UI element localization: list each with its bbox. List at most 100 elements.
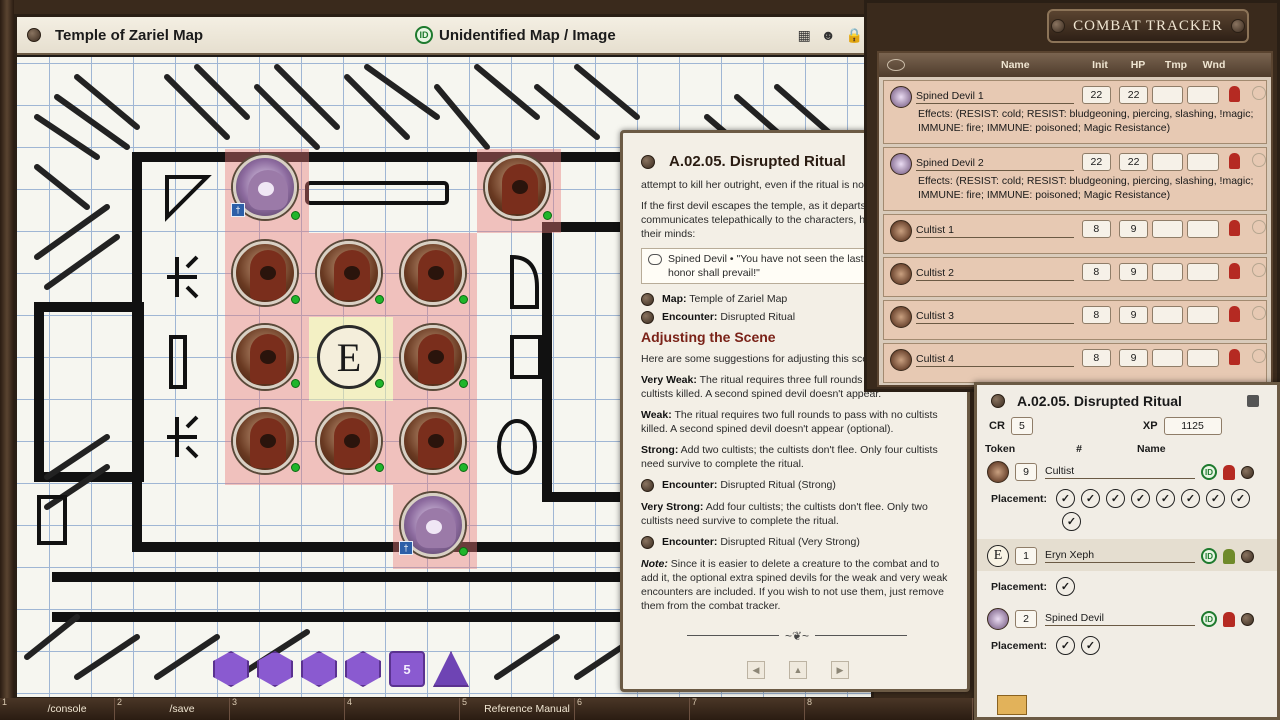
identified-icon[interactable]: ID	[415, 26, 433, 44]
d8-die-icon[interactable]	[345, 651, 381, 687]
encounter-npc-row[interactable]: E 1 Eryn Xeph ID	[977, 539, 1277, 571]
foe-faction-icon[interactable]	[1228, 263, 1241, 279]
encounter-strong-link[interactable]: Encounter: Disrupted Ritual (Strong)	[641, 478, 957, 492]
wnd-field[interactable]	[1187, 220, 1219, 238]
hotkey-slot[interactable]: 6	[575, 697, 690, 720]
wnd-field[interactable]	[1187, 263, 1219, 281]
cultist-token[interactable]	[485, 155, 549, 219]
d4-die-icon[interactable]	[433, 651, 469, 687]
combatant-row[interactable]: Cultist 2 8 9	[883, 257, 1267, 297]
delete-combatant-icon[interactable]	[1252, 349, 1267, 363]
npc-count[interactable]: 2	[1015, 610, 1037, 628]
parent-page-button[interactable]: ▲	[789, 661, 807, 679]
identified-icon[interactable]: ID	[1201, 464, 1217, 480]
hp-field[interactable]: 9	[1118, 349, 1149, 367]
combatant-token-icon[interactable]	[890, 153, 912, 175]
placement-row[interactable]: Placement: ✓ ✓ ✓ ✓ ✓ ✓ ✓ ✓ ✓	[977, 483, 1267, 533]
hotkey-slot[interactable]: 7	[690, 697, 805, 720]
combatant-row[interactable]: Cultist 3 8 9	[883, 300, 1267, 340]
eryn-xeph-token[interactable]: E	[317, 325, 381, 389]
foe-faction-icon[interactable]	[1228, 306, 1241, 322]
combatant-name[interactable]: Cultist 3	[916, 310, 1074, 324]
lock-icon[interactable]: 🔒	[846, 27, 863, 44]
foe-faction-icon[interactable]	[1228, 349, 1241, 365]
hotkey-slot[interactable]: 5 Reference Manual	[460, 697, 575, 720]
foe-faction-icon[interactable]	[1223, 464, 1235, 480]
wnd-field[interactable]	[1187, 349, 1219, 367]
previous-page-button[interactable]: ◀	[747, 661, 765, 679]
map-link-icon[interactable]	[27, 28, 41, 42]
cultist-token[interactable]	[401, 325, 465, 389]
npc-count[interactable]: 9	[1015, 463, 1037, 481]
delete-combatant-icon[interactable]	[1252, 86, 1267, 100]
combatant-row[interactable]: Spined Devil 2 22 22 Effects: (RESIST: c…	[883, 147, 1267, 211]
visibility-eye-icon[interactable]	[887, 59, 905, 71]
d20-die-icon[interactable]	[213, 651, 249, 687]
tmp-field[interactable]	[1152, 220, 1184, 238]
lock-icon[interactable]	[1247, 395, 1259, 407]
init-field[interactable]: 8	[1081, 220, 1111, 238]
combat-tracker-titlebar[interactable]: COMBAT TRACKER	[1047, 9, 1249, 43]
combatant-token-icon[interactable]	[890, 220, 912, 242]
friend-faction-icon[interactable]	[1223, 548, 1235, 564]
init-field[interactable]: 22	[1081, 153, 1111, 171]
cr-field[interactable]: 5	[1010, 417, 1033, 435]
tmp-field[interactable]	[1152, 86, 1184, 104]
identified-icon[interactable]: ID	[1201, 611, 1217, 627]
combatant-name[interactable]: Spined Devil 1	[916, 90, 1074, 104]
init-field[interactable]: 8	[1081, 263, 1111, 281]
npc-link-icon[interactable]	[1241, 465, 1254, 479]
combatant-row[interactable]: Cultist 4 8 9	[883, 343, 1267, 383]
hotkey-slot[interactable]: 3	[230, 697, 345, 720]
link-icon[interactable]	[641, 478, 654, 492]
link-icon[interactable]	[641, 535, 654, 549]
delete-combatant-icon[interactable]	[1252, 153, 1267, 167]
placement-check-icon[interactable]: ✓	[1106, 489, 1126, 508]
hp-field[interactable]: 9	[1118, 263, 1149, 281]
next-page-button[interactable]: ▶	[831, 661, 849, 679]
hotkey-slot[interactable]: 4	[345, 697, 460, 720]
placement-check-icon[interactable]: ✓	[1081, 636, 1101, 655]
placement-row[interactable]: Placement: ✓ ✓	[977, 630, 1267, 657]
cultist-token[interactable]	[317, 409, 381, 473]
placement-check-icon[interactable]: ✓	[1081, 489, 1101, 508]
placement-check-icon[interactable]: ✓	[1131, 489, 1151, 508]
placement-check-icon[interactable]: ✓	[1231, 489, 1251, 508]
foe-faction-icon[interactable]	[1228, 86, 1241, 102]
placement-row[interactable]: Placement: ✓	[977, 571, 1267, 598]
dice-tray[interactable]: 5	[213, 651, 469, 687]
combatant-name[interactable]: Spined Devil 2	[916, 157, 1074, 171]
link-icon[interactable]	[641, 292, 654, 306]
combatant-row[interactable]: Cultist 1 8 9	[883, 214, 1267, 254]
placement-check-icon[interactable]: ✓	[1206, 489, 1226, 508]
npc-token-icon[interactable]: E	[987, 545, 1009, 567]
wnd-field[interactable]	[1187, 306, 1219, 324]
combatant-token-icon[interactable]	[890, 306, 912, 328]
combat-tracker-window[interactable]: COMBAT TRACKER Name Init HP Tmp Wnd Spin…	[864, 0, 1280, 392]
encounter-npc-row[interactable]: 2 Spined Devil ID	[977, 602, 1277, 630]
story-link-icon[interactable]	[641, 154, 655, 169]
combatant-row[interactable]: Spined Devil 1 22 22 Effects: (RESIST: c…	[883, 80, 1267, 144]
cultist-token[interactable]	[401, 409, 465, 473]
encounter-window[interactable]: A.02.05. Disrupted Ritual CR 5 XP 1125 T…	[974, 382, 1280, 720]
map-titlebar[interactable]: Temple of Zariel Map ID Unidentified Map…	[17, 17, 871, 55]
hp-field[interactable]: 9	[1118, 306, 1149, 324]
npc-name[interactable]: Spined Devil	[1045, 612, 1195, 626]
d10-die-icon[interactable]	[301, 651, 337, 687]
combatant-name[interactable]: Cultist 2	[916, 267, 1074, 281]
init-field[interactable]: 8	[1081, 349, 1111, 367]
npc-link-icon[interactable]	[1241, 549, 1254, 563]
hp-field[interactable]: 9	[1118, 220, 1149, 238]
combatant-token-icon[interactable]	[890, 263, 912, 285]
delete-combatant-icon[interactable]	[1252, 220, 1267, 234]
tmp-field[interactable]	[1152, 153, 1184, 171]
npc-name[interactable]: Cultist	[1045, 465, 1195, 479]
npc-count[interactable]: 1	[1015, 547, 1037, 565]
xp-field[interactable]: 1125	[1163, 417, 1222, 435]
link-icon[interactable]	[641, 310, 654, 324]
placement-check-icon[interactable]: ✓	[1056, 577, 1076, 596]
combatant-name[interactable]: Cultist 1	[916, 224, 1074, 238]
placement-check-icon[interactable]: ✓	[1062, 512, 1081, 531]
init-field[interactable]: 22	[1081, 86, 1111, 104]
wnd-field[interactable]	[1187, 153, 1219, 171]
